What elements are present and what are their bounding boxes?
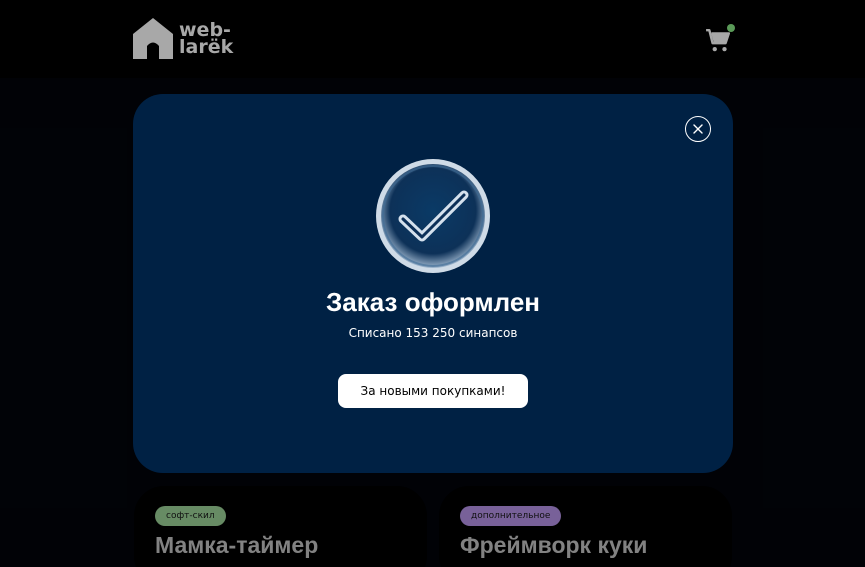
logo-text: web- larёk bbox=[179, 20, 234, 58]
cart-icon bbox=[706, 28, 731, 52]
modal-description: Списано 153 250 синапсов bbox=[348, 326, 518, 340]
order-success-modal: Заказ оформлен Списано 153 250 синапсов … bbox=[133, 94, 733, 473]
modal-title: Заказ оформлен bbox=[326, 287, 540, 317]
close-icon bbox=[693, 124, 703, 134]
continue-shopping-button[interactable]: За новыми покупками! bbox=[338, 374, 528, 408]
checkmark-icon bbox=[376, 159, 490, 273]
house-icon bbox=[133, 18, 173, 59]
cart-counter: 0 bbox=[727, 24, 735, 32]
cart-button[interactable]: 0 bbox=[705, 24, 735, 54]
header: web- larёk 0 bbox=[0, 0, 865, 78]
close-button[interactable] bbox=[685, 116, 711, 142]
logo-line2: larёk bbox=[179, 35, 234, 58]
logo[interactable]: web- larёk bbox=[133, 18, 233, 59]
